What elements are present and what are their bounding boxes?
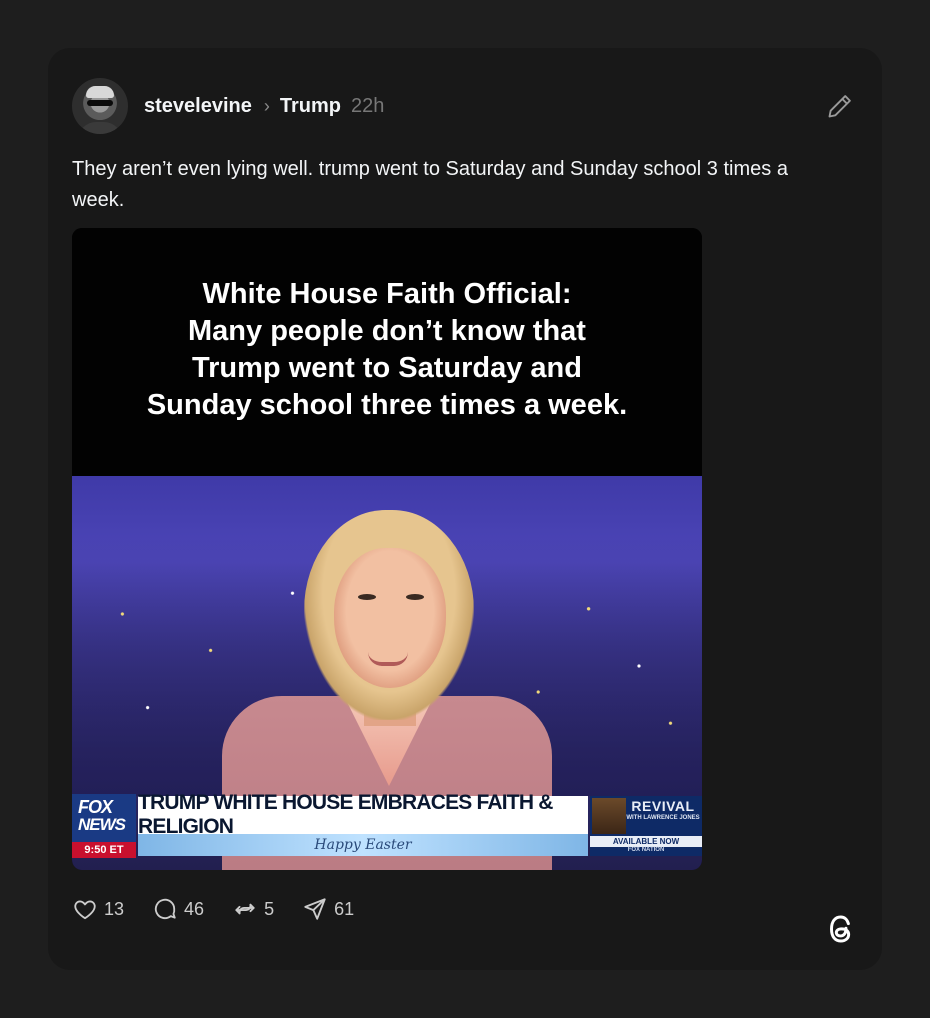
news-subheadline: Happy Easter	[138, 834, 588, 856]
like-button[interactable]: 13	[72, 896, 124, 922]
like-count: 13	[104, 898, 125, 919]
promo-available: AVAILABLE NOW	[590, 836, 702, 847]
comment-icon	[154, 898, 176, 919]
pencil-icon	[828, 95, 851, 118]
edit-button[interactable]	[826, 92, 854, 120]
video-caption-band: White House Faith Official: Many people …	[72, 228, 702, 476]
post-card: stevelevine › Trump 22h They aren’t even…	[48, 48, 882, 970]
username-link[interactable]: stevelevine	[144, 95, 252, 118]
post-actions: 13 46 5 61	[72, 896, 382, 922]
comment-count: 46	[184, 898, 205, 919]
chevron-right-icon: ›	[263, 95, 270, 116]
video-caption-text: White House Faith Official: Many people …	[107, 276, 667, 424]
post-body-text: They aren’t even lying well. trump went …	[72, 158, 788, 211]
avatar[interactable]	[72, 78, 128, 134]
threads-icon	[830, 915, 851, 943]
share-count: 61	[334, 898, 355, 919]
repost-count: 5	[264, 898, 275, 919]
post-meta: stevelevine › Trump 22h	[144, 95, 384, 118]
promo-host: WITH LAWRENCE JONES	[626, 815, 700, 821]
post-media-video[interactable]: White House Faith Official: Many people …	[72, 228, 702, 870]
avatar-coat	[78, 122, 122, 134]
revival-promo: REVIVAL WITH LAWRENCE JONES AVAILABLE NO…	[590, 796, 702, 856]
news-headline: TRUMP WHITE HOUSE EMBRACES FAITH & RELIG…	[138, 791, 588, 838]
fox-logo-word: FOX	[78, 797, 113, 817]
repost-button[interactable]: 5	[232, 896, 274, 922]
promo-network: FOX NATION	[627, 847, 665, 853]
share-button[interactable]: 61	[302, 896, 354, 922]
post-timestamp: 22h	[350, 94, 385, 117]
fox-news-logo: FOX NEWS 9:50 ET	[72, 794, 136, 858]
anchor-eye	[358, 594, 376, 600]
caption-line: Trump went to Saturday and	[192, 352, 582, 384]
promo-thumbnail	[592, 798, 626, 834]
fox-logo-news: NEWS	[78, 815, 126, 834]
caption-line: White House Faith Official:	[202, 278, 572, 310]
share-icon	[304, 898, 326, 920]
repost-icon	[235, 903, 255, 915]
promo-title: REVIVAL	[631, 798, 695, 814]
caption-line: Many people don’t know that	[188, 315, 586, 347]
broadcast-time: 9:50 ET	[72, 842, 136, 858]
anchor-eye	[406, 594, 424, 600]
avatar-hair	[86, 86, 114, 98]
topic-link[interactable]: Trump	[280, 95, 341, 118]
heart-icon	[74, 900, 96, 920]
anchor-face	[334, 548, 446, 688]
news-lower-third: FOX NEWS 9:50 ET TRUMP WHITE HOUSE EMBRA…	[72, 791, 702, 858]
post-header: stevelevine › Trump 22h	[72, 78, 858, 134]
caption-line: Sunday school three times a week.	[146, 389, 628, 421]
avatar-glasses	[87, 100, 113, 106]
threads-logo-icon[interactable]	[824, 912, 858, 946]
comment-button[interactable]: 46	[152, 896, 204, 922]
